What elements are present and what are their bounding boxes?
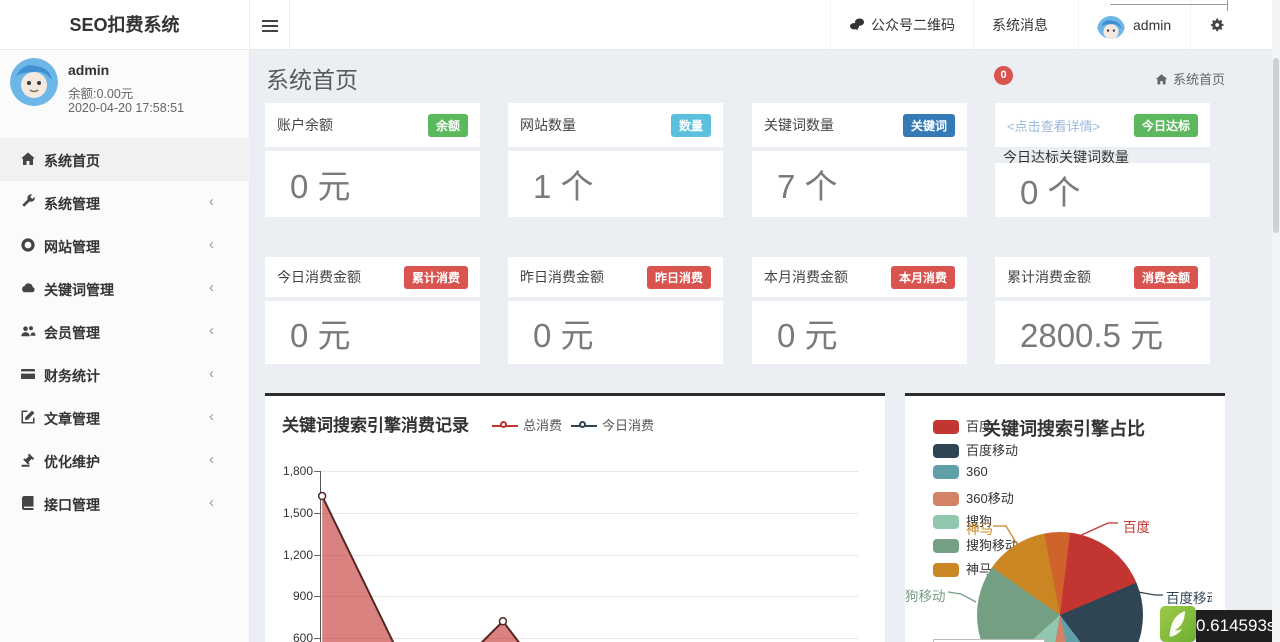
- card-badge: 昨日消费: [646, 265, 711, 289]
- card-value: 0 元: [533, 316, 594, 354]
- edit-icon: [20, 409, 36, 425]
- gavel-icon: [20, 452, 36, 468]
- card-badge: 数量: [670, 113, 711, 137]
- card-badge: 余额: [427, 113, 468, 137]
- browser-scrollbar-thumb[interactable]: [1273, 58, 1279, 233]
- circle-icon: [20, 237, 36, 253]
- engine-pie-chart-panel: 关键词搜索引擎占比 百度 百度移动 360 360移动 搜狗 搜狗移动 神马 神…: [905, 393, 1225, 642]
- messages-count-badge: 0: [994, 66, 1013, 85]
- sidebar-user-block: admin 余额:0.00元 2020-04-20 17:58:51: [0, 50, 249, 136]
- sidebar-balance: 余额:0.00元: [68, 87, 134, 101]
- brand-title: SEO扣费系统: [0, 0, 250, 50]
- sidebar: admin 余额:0.00元 2020-04-20 17:58:51 系统首页 …: [0, 50, 250, 642]
- card-badge: 本月消费: [890, 265, 955, 289]
- qr-code-label: 公众号二维码: [871, 17, 955, 33]
- breadcrumb[interactable]: 系统首页: [1090, 69, 1225, 88]
- card-value: 2800.5 元: [1020, 316, 1164, 354]
- dropdown-edge-artifact: [1110, 4, 1228, 5]
- sidebar-item-label: 会员管理: [44, 325, 100, 341]
- home-icon: [20, 151, 36, 167]
- thinkphp-leaf-icon: [1169, 611, 1185, 637]
- card-badge: 累计消费: [403, 265, 468, 289]
- sidebar-menu: 系统首页 系统管理 ‹ 网站管理 ‹ 关键词管理 ‹ 会员管理 ‹ 财务统计 ‹…: [0, 138, 250, 525]
- breadcrumb-label: 系统首页: [1172, 72, 1225, 87]
- menu-toggle-button[interactable]: [250, 0, 290, 50]
- sidebar-item-keyword-mgmt[interactable]: 关键词管理 ‹: [0, 267, 250, 310]
- card-value: 0 元: [290, 316, 351, 354]
- settings-menu-item[interactable]: [1190, 0, 1246, 50]
- sidebar-item-label: 关键词管理: [44, 282, 114, 298]
- chevron-left-icon: ‹: [209, 451, 214, 468]
- chevron-left-icon: ‹: [209, 322, 214, 339]
- wrench-icon: [20, 194, 36, 210]
- area-chart-plot: [317, 491, 520, 642]
- pie-callout-baidu-mobile: 百度移动: [1166, 591, 1212, 606]
- card-title: 关键词数量: [764, 117, 834, 133]
- sidebar-item-optimization[interactable]: 优化维护 ‹: [0, 439, 250, 482]
- chevron-left-icon: ‹: [209, 494, 214, 511]
- card-title: 网站数量: [520, 117, 576, 133]
- sidebar-username: admin: [68, 62, 110, 78]
- view-details-link[interactable]: <点击查看详情>: [1007, 116, 1100, 135]
- card-value: 0 个: [1020, 174, 1081, 211]
- chevron-left-icon: ‹: [209, 193, 214, 210]
- sidebar-item-website-mgmt[interactable]: 网站管理 ‹: [0, 224, 250, 267]
- card-value: 7 个: [777, 168, 838, 205]
- credit-card-icon: [20, 366, 36, 382]
- card-badge: 消费金额: [1133, 265, 1198, 289]
- card-badge: 关键词: [902, 113, 955, 137]
- page-title: 系统首页: [266, 67, 358, 93]
- page-exec-time-badge: 0.614593s: [1196, 610, 1275, 642]
- messages-label: 系统消息: [992, 17, 1048, 33]
- card-title: 累计消费金额: [1007, 269, 1091, 285]
- pie-callout-sogou-mobile: 狗移动: [905, 589, 946, 604]
- spend-line-chart-panel: 关键词搜索引擎消费记录 总消费 今日消费 1,800 1,500 1,200 9…: [265, 393, 885, 642]
- sidebar-item-home[interactable]: 系统首页: [0, 138, 250, 181]
- chevron-left-icon: ‹: [209, 236, 214, 253]
- sidebar-datetime: 2020-04-20 17:58:51: [68, 101, 185, 115]
- sidebar-item-member-mgmt[interactable]: 会员管理 ‹: [0, 310, 250, 353]
- card-title: 今日消费金额: [277, 269, 361, 285]
- pie-callout-baidu: 百度: [1123, 520, 1150, 535]
- sidebar-item-label: 网站管理: [44, 239, 100, 255]
- app-root: SEO扣费系统 公众号二维码 系统消息 0 admin admin 余额:0.00…: [0, 0, 1280, 642]
- sidebar-item-label: 系统管理: [44, 196, 100, 212]
- card-title: 昨日消费金额: [520, 269, 604, 285]
- cogs-icon: [1210, 18, 1224, 32]
- sidebar-item-label: 财务统计: [44, 368, 100, 384]
- top-navbar: SEO扣费系统 公众号二维码 系统消息 0 admin: [0, 0, 1280, 85]
- pie-callout-shenma: 神马: [966, 522, 993, 537]
- sidebar-item-system-mgmt[interactable]: 系统管理 ‹: [0, 181, 250, 224]
- book-icon: [20, 495, 36, 511]
- users-icon: [20, 323, 36, 339]
- sidebar-item-api-mgmt[interactable]: 接口管理 ‹: [0, 482, 250, 525]
- home-icon: [1155, 74, 1168, 85]
- card-value: 0 元: [290, 168, 351, 205]
- cloud-icon: [20, 280, 36, 296]
- chevron-left-icon: ‹: [209, 408, 214, 425]
- sidebar-item-label: 优化维护: [44, 454, 100, 470]
- sidebar-item-label: 接口管理: [44, 497, 100, 513]
- qr-code-menu-item[interactable]: 公众号二维码: [830, 0, 973, 50]
- sidebar-item-article-mgmt[interactable]: 文章管理 ‹: [0, 396, 250, 439]
- avatar: [1097, 11, 1125, 39]
- comments-icon: [850, 18, 864, 31]
- card-title: 账户余额: [277, 117, 333, 133]
- card-title: 本月消费金额: [764, 269, 848, 285]
- system-messages-menu-item[interactable]: 系统消息 0: [973, 0, 1078, 85]
- card-value: 1 个: [533, 168, 594, 205]
- card-value: 0 元: [777, 316, 838, 354]
- dropdown-edge-artifact-tick: [1227, 0, 1228, 11]
- chevron-left-icon: ‹: [209, 365, 214, 382]
- trace-toggle-button[interactable]: [1160, 606, 1196, 642]
- card-badge: 今日达标: [1133, 113, 1198, 137]
- sidebar-item-finance-stats[interactable]: 财务统计 ‹: [0, 353, 250, 396]
- username-label: admin: [1133, 17, 1172, 33]
- chevron-left-icon: ‹: [209, 279, 214, 296]
- sidebar-item-label: 文章管理: [44, 411, 100, 427]
- sidebar-avatar: [10, 58, 58, 106]
- user-menu-item[interactable]: admin: [1078, 0, 1190, 50]
- sidebar-item-label: 系统首页: [44, 153, 100, 169]
